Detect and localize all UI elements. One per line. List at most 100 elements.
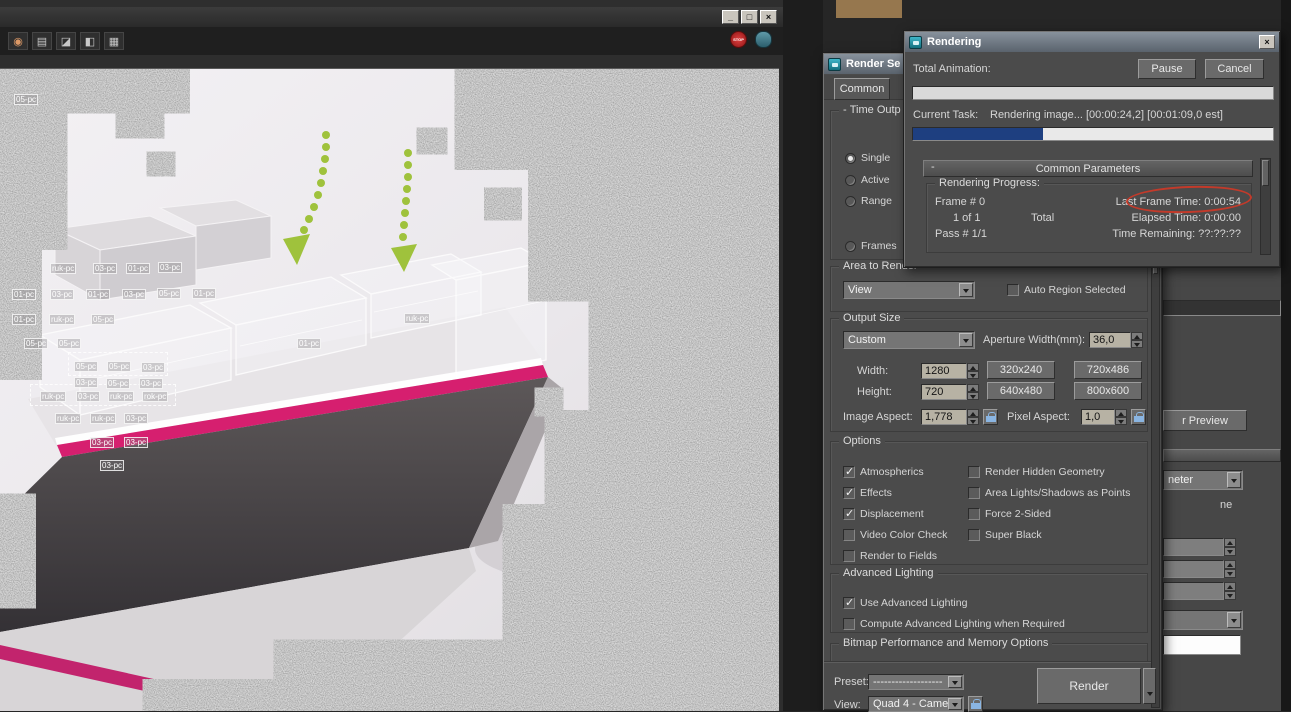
image-aspect-spinner[interactable]: 1,778: [921, 409, 979, 425]
spin-up-icon[interactable]: [1115, 409, 1127, 417]
channels-icon[interactable]: ◧: [80, 32, 100, 50]
chevron-down-icon[interactable]: [1227, 612, 1241, 628]
save-image-icon[interactable]: ▤: [32, 32, 52, 50]
width-spinner[interactable]: 1280: [921, 363, 979, 379]
output-size-dropdown[interactable]: Custom: [843, 331, 975, 349]
collapse-icon[interactable]: -: [843, 104, 847, 116]
height-value[interactable]: 720: [921, 384, 967, 400]
chevron-down-icon[interactable]: [948, 676, 962, 688]
spin-down-icon[interactable]: [967, 392, 979, 400]
active-radio[interactable]: [845, 174, 856, 186]
spin-down-icon[interactable]: [1131, 340, 1143, 348]
spin-up-icon[interactable]: [1224, 560, 1236, 569]
spin-down-icon[interactable]: [967, 417, 979, 425]
compute-advanced-lighting-checkbox[interactable]: [843, 618, 855, 630]
minimize-button[interactable]: _: [722, 10, 739, 24]
spinner-value[interactable]: [1163, 538, 1224, 556]
rendering-titlebar[interactable]: Rendering ×: [905, 32, 1279, 52]
res-320x240-button[interactable]: 320x240: [987, 361, 1055, 379]
render-label: 01-pc: [297, 338, 322, 349]
spin-up-icon[interactable]: [967, 363, 979, 371]
clone-window-icon[interactable]: ◪: [56, 32, 76, 50]
area-to-render-dropdown[interactable]: View: [843, 281, 975, 299]
pixel-aspect-spinner[interactable]: 1,0: [1081, 409, 1127, 425]
spin-down-icon[interactable]: [967, 371, 979, 379]
pause-button[interactable]: Pause: [1138, 59, 1196, 79]
image-aspect-value[interactable]: 1,778: [921, 409, 967, 425]
spinner-value[interactable]: [1163, 560, 1224, 578]
aperture-value[interactable]: 36,0: [1089, 332, 1131, 348]
chevron-down-icon[interactable]: [1227, 472, 1241, 488]
spin-up-icon[interactable]: [967, 409, 979, 417]
rendering-close-button[interactable]: ×: [1259, 35, 1275, 49]
panel-dropdown-bottom[interactable]: [1163, 610, 1243, 630]
super-black-checkbox[interactable]: [968, 529, 980, 541]
render-teapot-icon[interactable]: ◉: [8, 32, 28, 50]
chevron-down-icon[interactable]: [948, 698, 962, 710]
preset-dropdown[interactable]: -------------------: [868, 674, 964, 690]
spin-down-icon[interactable]: [1224, 547, 1236, 556]
preset-label: Preset:: [834, 676, 869, 688]
render-label: 01-pc: [86, 289, 111, 300]
height-spinner[interactable]: 720: [921, 384, 979, 400]
spin-up-icon[interactable]: [1224, 582, 1236, 591]
render-flyout-button[interactable]: [1143, 668, 1156, 704]
single-radio[interactable]: [845, 152, 856, 164]
spin-down-icon[interactable]: [1224, 591, 1236, 600]
frames-radio[interactable]: [845, 240, 856, 252]
video-color-check-checkbox[interactable]: [843, 529, 855, 541]
scrollbar-thumb[interactable]: [1262, 160, 1269, 186]
panel-rollout-bar[interactable]: [1163, 449, 1281, 462]
chevron-down-icon[interactable]: [959, 333, 973, 347]
area-lights-as-points-checkbox[interactable]: [968, 487, 980, 499]
spin-up-icon[interactable]: [1224, 538, 1236, 547]
width-label: Width:: [857, 365, 889, 377]
common-parameters-rollout[interactable]: - Common Parameters: [923, 160, 1253, 177]
view-value: Quad 4 - Camera: [873, 698, 958, 710]
effects-checkbox[interactable]: [843, 486, 855, 499]
spin-down-icon[interactable]: [1224, 569, 1236, 578]
render-button[interactable]: Render: [1037, 668, 1141, 704]
spinner-value[interactable]: [1163, 582, 1224, 600]
width-value[interactable]: 1280: [921, 363, 967, 379]
auto-region-checkbox[interactable]: [1007, 284, 1019, 296]
pixel-aspect-lock-button[interactable]: [1131, 409, 1146, 425]
cancel-button[interactable]: Cancel: [1205, 59, 1264, 79]
tab-common[interactable]: Common: [834, 78, 890, 100]
color-swatch[interactable]: [1163, 635, 1241, 655]
use-advanced-lighting-checkbox[interactable]: [843, 596, 855, 609]
render-preview-button[interactable]: r Preview: [1163, 410, 1247, 431]
total-animation-progressbar: [912, 86, 1274, 100]
teapot-icon[interactable]: [755, 31, 772, 48]
window-titlebar[interactable]: _ □ ×: [0, 7, 783, 27]
aperture-spinner[interactable]: 36,0: [1089, 332, 1143, 348]
layers-icon[interactable]: ▦: [104, 32, 124, 50]
close-button[interactable]: ×: [760, 10, 777, 24]
displacement-checkbox[interactable]: [843, 507, 855, 520]
range-radio[interactable]: [845, 195, 856, 207]
res-800x600-button[interactable]: 800x600: [1074, 382, 1142, 400]
collapse-icon[interactable]: -: [931, 161, 935, 173]
panel-dropdown-top[interactable]: neter: [1163, 470, 1243, 490]
force-2-sided-checkbox[interactable]: [968, 508, 980, 520]
panel-spinner-3[interactable]: [1163, 582, 1236, 600]
spin-up-icon[interactable]: [1131, 332, 1143, 340]
render-label: 03-pc: [74, 377, 99, 388]
view-lock-button[interactable]: [968, 696, 983, 712]
panel-spinner-2[interactable]: [1163, 560, 1236, 578]
rendering-dialog-scrollbar[interactable]: [1260, 158, 1271, 255]
panel-spinner-1[interactable]: [1163, 538, 1236, 556]
res-720x486-button[interactable]: 720x486: [1074, 361, 1142, 379]
render-to-fields-checkbox[interactable]: [843, 550, 855, 562]
view-dropdown[interactable]: Quad 4 - Camera: [868, 696, 964, 712]
render-hidden-geometry-checkbox[interactable]: [968, 466, 980, 478]
maximize-button[interactable]: □: [741, 10, 758, 24]
stop-render-icon[interactable]: STOP: [730, 31, 747, 48]
atmospherics-checkbox[interactable]: [843, 465, 855, 478]
res-640x480-button[interactable]: 640x480: [987, 382, 1055, 400]
image-aspect-lock-button[interactable]: [983, 409, 998, 425]
spin-up-icon[interactable]: [967, 384, 979, 392]
spin-down-icon[interactable]: [1115, 417, 1127, 425]
chevron-down-icon[interactable]: [959, 283, 973, 297]
pixel-aspect-value[interactable]: 1,0: [1081, 409, 1115, 425]
